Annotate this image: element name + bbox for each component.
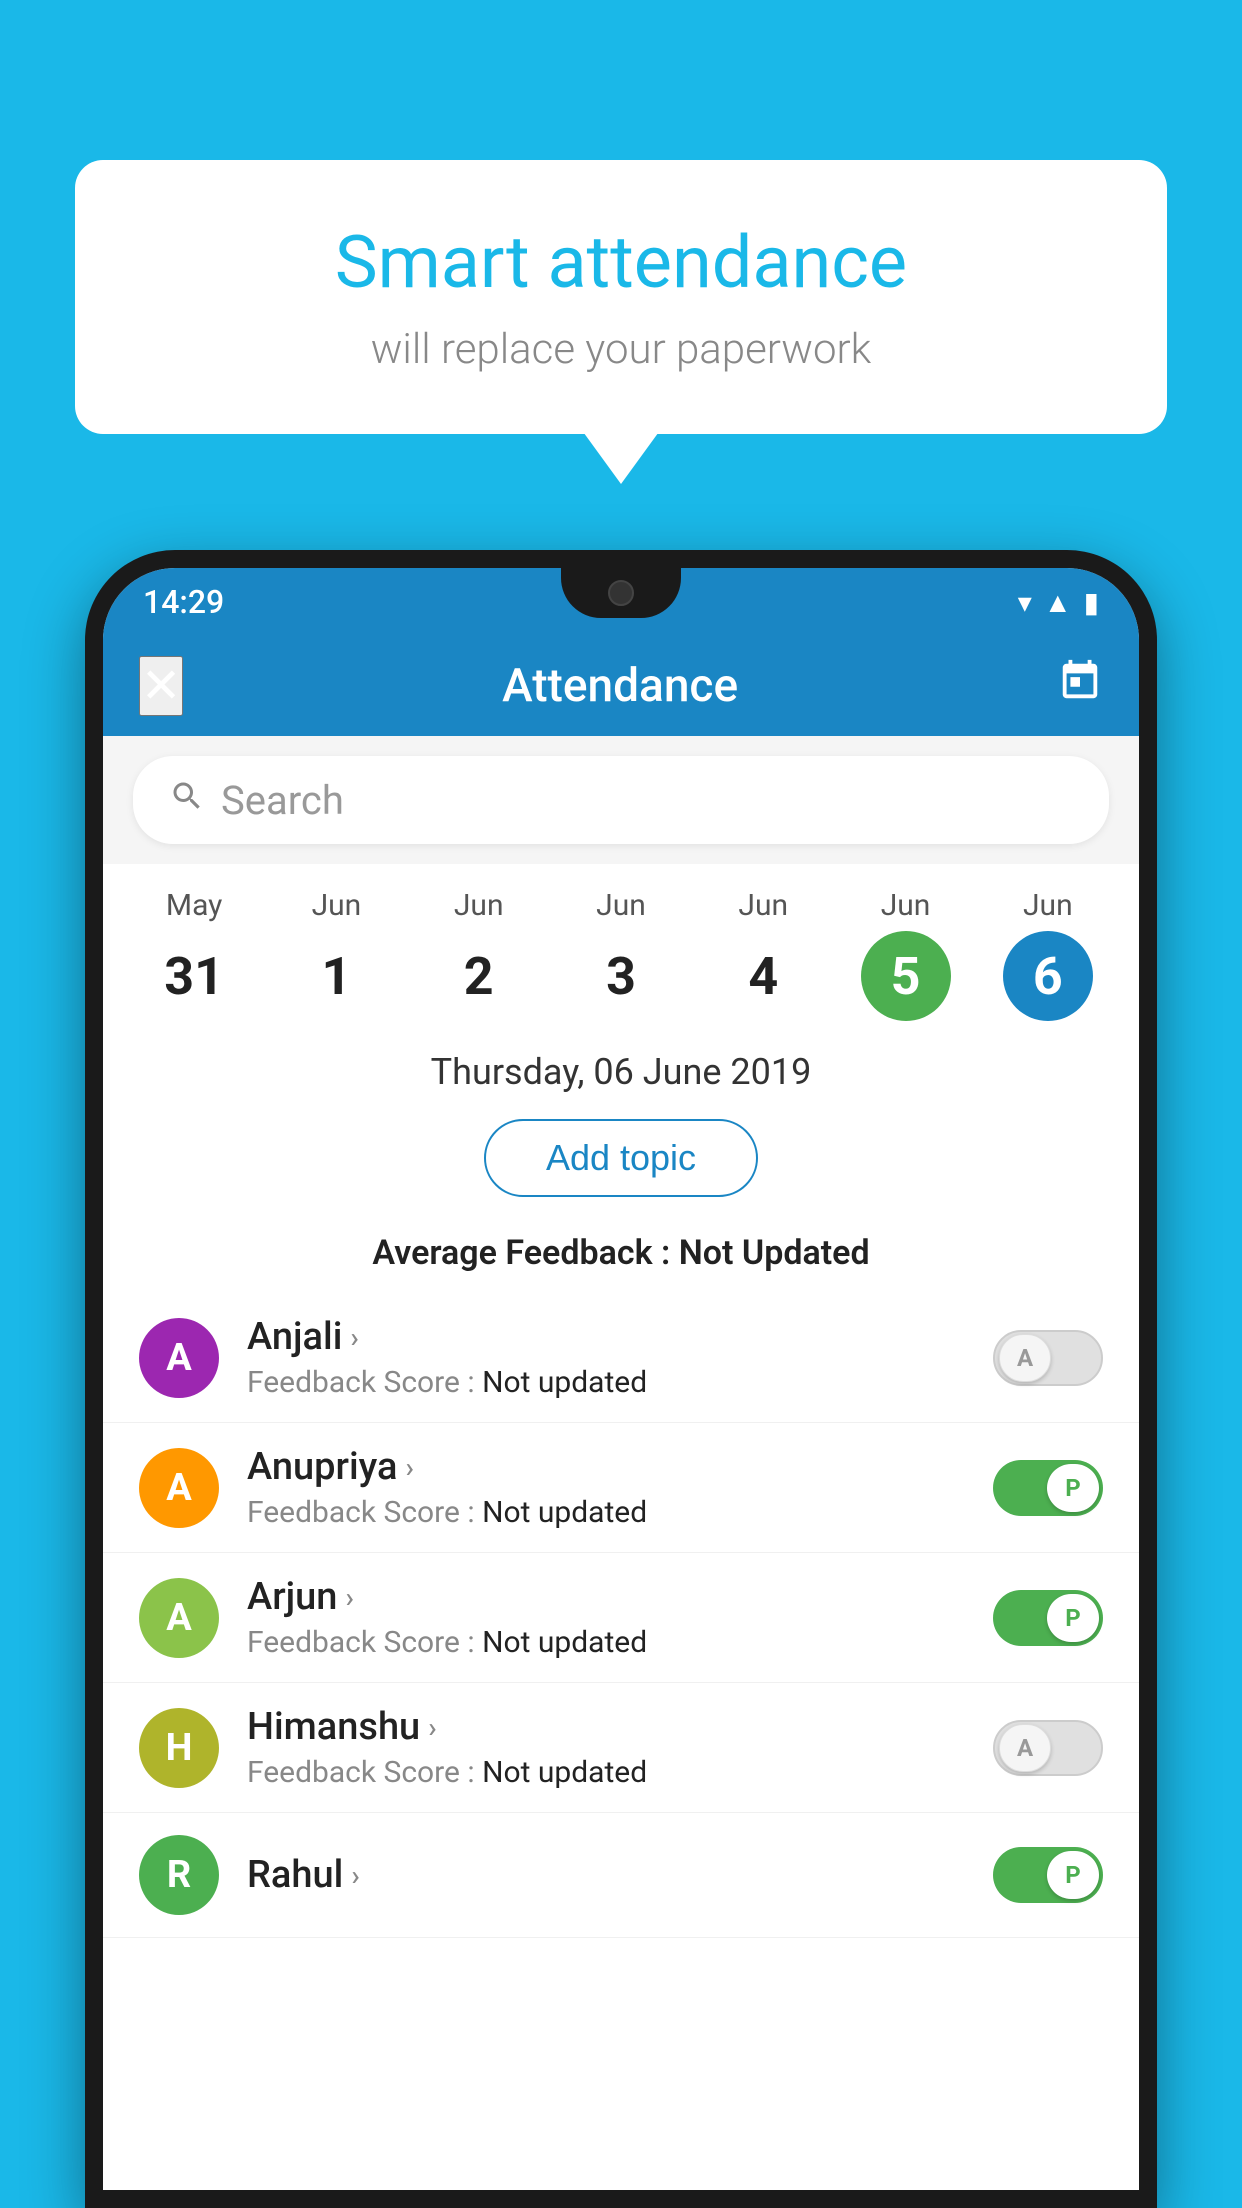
cal-day-may31[interactable]: May 31 — [134, 888, 254, 1021]
student-name-himanshu: Himanshu › — [247, 1705, 965, 1749]
add-topic-button[interactable]: Add topic — [484, 1119, 758, 1197]
status-icons: ▾ ▲ ▮ — [1018, 586, 1099, 619]
student-name-anupriya: Anupriya › — [247, 1445, 965, 1489]
search-icon — [169, 777, 205, 824]
student-item-anupriya[interactable]: A Anupriya › Feedback Score : Not update… — [103, 1423, 1139, 1553]
student-info-arjun: Arjun › Feedback Score : Not updated — [247, 1575, 965, 1660]
signal-icon: ▲ — [1044, 586, 1072, 619]
student-info-rahul: Rahul › — [247, 1853, 965, 1897]
chevron-icon: › — [345, 1581, 353, 1614]
student-list: A Anjali › Feedback Score : Not updated … — [103, 1293, 1139, 1938]
chevron-icon: › — [428, 1711, 436, 1744]
student-item-anjali[interactable]: A Anjali › Feedback Score : Not updated … — [103, 1293, 1139, 1423]
feedback-score-anjali: Feedback Score : Not updated — [247, 1365, 965, 1400]
student-name-anjali: Anjali › — [247, 1315, 965, 1359]
avg-feedback: Average Feedback : Not Updated — [103, 1223, 1139, 1293]
toggle-anjali[interactable]: A — [993, 1330, 1103, 1386]
avatar-himanshu: H — [139, 1708, 219, 1788]
avatar-anjali: A — [139, 1318, 219, 1398]
phone-screen: 14:29 ▾ ▲ ▮ ✕ Attendance — [103, 568, 1139, 2190]
calendar-strip: May 31 Jun 1 Jun 2 Jun 3 Jun 4 Jun 5 — [103, 864, 1139, 1031]
cal-day-jun6[interactable]: Jun 6 — [988, 888, 1108, 1021]
student-name-rahul: Rahul › — [247, 1853, 965, 1897]
toggle-anupriya[interactable]: P — [993, 1460, 1103, 1516]
app-bar: ✕ Attendance — [103, 636, 1139, 736]
chevron-icon: › — [350, 1321, 358, 1354]
student-info-anupriya: Anupriya › Feedback Score : Not updated — [247, 1445, 965, 1530]
speech-bubble-container: Smart attendance will replace your paper… — [75, 160, 1167, 434]
wifi-icon: ▾ — [1018, 586, 1032, 619]
chevron-icon: › — [405, 1451, 413, 1484]
close-button[interactable]: ✕ — [139, 656, 183, 716]
avatar-anupriya: A — [139, 1448, 219, 1528]
notch — [561, 568, 681, 618]
student-name-arjun: Arjun › — [247, 1575, 965, 1619]
cal-day-jun1[interactable]: Jun 1 — [276, 888, 396, 1021]
student-item-rahul[interactable]: R Rahul › P — [103, 1813, 1139, 1938]
calendar-icon[interactable] — [1057, 658, 1103, 715]
bubble-title: Smart attendance — [145, 220, 1097, 305]
phone-frame: 14:29 ▾ ▲ ▮ ✕ Attendance — [85, 550, 1157, 2208]
cal-day-jun5[interactable]: Jun 5 — [846, 888, 966, 1021]
search-bar: Search — [103, 736, 1139, 864]
feedback-score-anupriya: Feedback Score : Not updated — [247, 1495, 965, 1530]
toggle-rahul[interactable]: P — [993, 1847, 1103, 1903]
speech-bubble: Smart attendance will replace your paper… — [75, 160, 1167, 434]
search-placeholder: Search — [221, 777, 344, 824]
avatar-rahul: R — [139, 1835, 219, 1915]
chevron-icon: › — [351, 1859, 359, 1892]
status-time: 14:29 — [143, 583, 224, 621]
battery-icon: ▮ — [1084, 586, 1099, 619]
toggle-himanshu[interactable]: A — [993, 1720, 1103, 1776]
student-item-himanshu[interactable]: H Himanshu › Feedback Score : Not update… — [103, 1683, 1139, 1813]
cal-day-jun2[interactable]: Jun 2 — [419, 888, 539, 1021]
status-bar: 14:29 ▾ ▲ ▮ — [103, 568, 1139, 636]
avatar-arjun: A — [139, 1578, 219, 1658]
toggle-arjun[interactable]: P — [993, 1590, 1103, 1646]
feedback-score-himanshu: Feedback Score : Not updated — [247, 1755, 965, 1790]
search-input-container[interactable]: Search — [133, 756, 1109, 844]
selected-date-label: Thursday, 06 June 2019 — [103, 1031, 1139, 1103]
student-info-anjali: Anjali › Feedback Score : Not updated — [247, 1315, 965, 1400]
bubble-subtitle: will replace your paperwork — [145, 325, 1097, 374]
cal-day-jun3[interactable]: Jun 3 — [561, 888, 681, 1021]
app-bar-title: Attendance — [502, 659, 738, 713]
student-item-arjun[interactable]: A Arjun › Feedback Score : Not updated P — [103, 1553, 1139, 1683]
student-info-himanshu: Himanshu › Feedback Score : Not updated — [247, 1705, 965, 1790]
camera — [608, 580, 634, 606]
cal-day-jun4[interactable]: Jun 4 — [703, 888, 823, 1021]
feedback-score-arjun: Feedback Score : Not updated — [247, 1625, 965, 1660]
